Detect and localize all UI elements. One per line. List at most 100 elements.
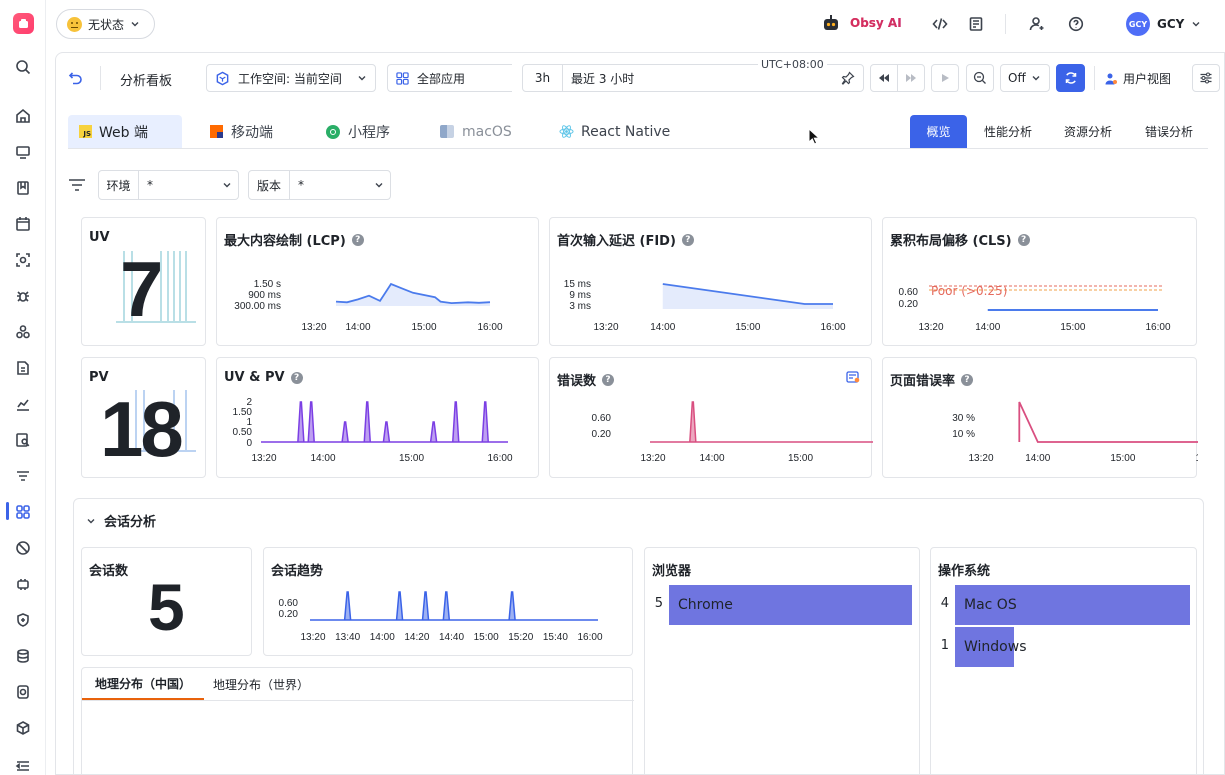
block-icon[interactable]	[14, 539, 32, 557]
tab-overview[interactable]: 概览	[910, 115, 967, 148]
toolbar-divider	[1094, 66, 1095, 90]
document-icon[interactable]	[14, 359, 32, 377]
user-view-icon	[1105, 73, 1117, 84]
add-user-icon[interactable]	[1029, 16, 1045, 36]
y-tick-label: 9 ms	[569, 290, 591, 301]
errors-card: 错误数? 0.600.2013:2014:0015:0016:00	[549, 357, 873, 478]
x-tick-label: 14:40	[439, 632, 464, 643]
tab-resources[interactable]: 资源分析	[1054, 115, 1122, 148]
chevron-down-icon	[87, 518, 95, 523]
geo-tab-world[interactable]: 地理分布（世界）	[204, 668, 318, 700]
refresh-button[interactable]	[1056, 64, 1085, 92]
monitor-icon[interactable]	[14, 143, 32, 161]
filter-icon[interactable]	[68, 178, 86, 192]
tab-errors[interactable]: 错误分析	[1135, 115, 1203, 148]
back-icon[interactable]	[68, 70, 84, 90]
error-rate-chart: 30 % 10 % 13:20 14:00 15:00 16:00	[952, 401, 1198, 464]
user-menu[interactable]: GCY GCY	[1126, 12, 1201, 36]
card-title: UV	[89, 230, 110, 245]
timezone-label: UTC+08:00	[758, 58, 827, 71]
mouse-cursor-icon	[808, 128, 820, 145]
fast-forward-icon	[906, 74, 916, 82]
code-icon[interactable]	[932, 16, 948, 36]
bug-icon[interactable]	[14, 287, 32, 305]
report-search-icon[interactable]	[14, 431, 32, 449]
tab-react-native[interactable]: React Native	[548, 115, 681, 148]
page-title: 分析看板	[120, 74, 173, 89]
session-count-card: 会话数 5	[81, 547, 252, 656]
play-button[interactable]	[931, 64, 959, 92]
tab-web[interactable]: JS Web 端	[68, 115, 182, 148]
auto-refresh-selector[interactable]: Off	[1000, 64, 1050, 92]
help-icon[interactable]	[1068, 16, 1084, 36]
card-title: 操作系统	[938, 564, 991, 579]
x-tick-label: 14:00	[699, 453, 724, 464]
zoom-out-icon	[973, 71, 986, 84]
tab-mobile[interactable]: 移动端	[199, 115, 284, 148]
env-filter[interactable]: 环境 *	[98, 170, 239, 200]
step-backward-button[interactable]	[870, 64, 898, 92]
obsy-ai-button[interactable]: Obsy AI	[822, 14, 902, 32]
zoom-out-button[interactable]	[966, 64, 994, 92]
miniprogram-icon	[326, 124, 340, 139]
fid-chart: 15 ms9 ms3 ms13:20 14:00 15:00 16:00	[564, 279, 846, 333]
database-icon[interactable]	[14, 647, 32, 665]
tab-label: 错误分析	[1144, 125, 1193, 139]
y-tick-label: 0.20	[592, 429, 612, 440]
status-selector[interactable]: 无状态	[56, 9, 155, 39]
macos-icon	[440, 125, 454, 138]
version-filter[interactable]: 版本 *	[248, 170, 391, 200]
menu-collapse-icon[interactable]	[14, 757, 32, 775]
workspace-selector[interactable]: 工作空间: 当前空间	[206, 64, 376, 92]
neutral-face-icon	[67, 16, 82, 32]
dashboard-icon[interactable]	[14, 503, 32, 521]
book-icon[interactable]	[14, 179, 32, 197]
y-tick-label: 15 ms	[564, 279, 591, 290]
user-view-button[interactable]: 用户视图	[1104, 70, 1171, 87]
geo-tab-china[interactable]: 地理分布（中国）	[82, 668, 204, 700]
data-spike	[452, 401, 460, 443]
chart-icon[interactable]	[14, 395, 32, 413]
session-section-header[interactable]: 会话分析	[86, 511, 156, 530]
calendar-icon[interactable]	[14, 215, 32, 233]
tab-performance[interactable]: 性能分析	[974, 115, 1042, 148]
env-filter-value: *	[147, 178, 153, 192]
data-spike	[307, 401, 315, 443]
tab-label: 概览	[926, 125, 951, 139]
x-tick-label: 16:00	[477, 322, 502, 333]
x-tick-label: 15:00	[788, 453, 813, 464]
app-logo[interactable]	[13, 13, 34, 34]
filter-list-icon[interactable]	[14, 467, 32, 485]
data-spike	[481, 401, 489, 443]
error-rate-card: 页面错误率? 30 %10 %13:2014:0015:0016:00	[882, 357, 1198, 478]
cube-icon[interactable]	[14, 719, 32, 737]
session-trend-card: 会话趋势 0.60 0.20 13:20 13:40 14:00 14:20 14:40 15…	[263, 547, 633, 656]
step-forward-button[interactable]	[897, 64, 925, 92]
range-label: 最近 3 小时	[571, 71, 635, 86]
tab-miniprogram[interactable]: 小程序	[315, 115, 401, 148]
search-icon[interactable]	[14, 58, 32, 76]
toolbar-divider	[100, 66, 101, 90]
bar-value: 5	[654, 596, 663, 611]
status-label: 无状态	[88, 17, 125, 32]
chevron-down-icon	[358, 76, 366, 81]
pin-icon[interactable]	[841, 71, 855, 85]
cluster-icon[interactable]	[14, 323, 32, 341]
bar[interactable]: Chrome	[669, 585, 912, 625]
app-selector[interactable]: 全部应用	[387, 64, 512, 92]
home-icon[interactable]	[14, 107, 32, 125]
notes-icon[interactable]	[968, 16, 984, 36]
bar[interactable]: Mac OS	[955, 585, 1190, 625]
shield-icon[interactable]	[14, 611, 32, 629]
section-title: 会话分析	[104, 515, 157, 530]
chevron-down-icon	[223, 183, 231, 188]
js-icon: JS	[79, 125, 92, 138]
tab-macos[interactable]: macOS	[429, 115, 523, 148]
scan-icon[interactable]	[14, 251, 32, 269]
bar[interactable]: Windows	[955, 627, 1027, 667]
chip-icon[interactable]	[14, 575, 32, 593]
camera-icon[interactable]	[14, 683, 32, 701]
data-spike	[442, 591, 451, 621]
settings-button[interactable]	[1192, 64, 1220, 92]
bar-value: 1	[940, 638, 949, 653]
